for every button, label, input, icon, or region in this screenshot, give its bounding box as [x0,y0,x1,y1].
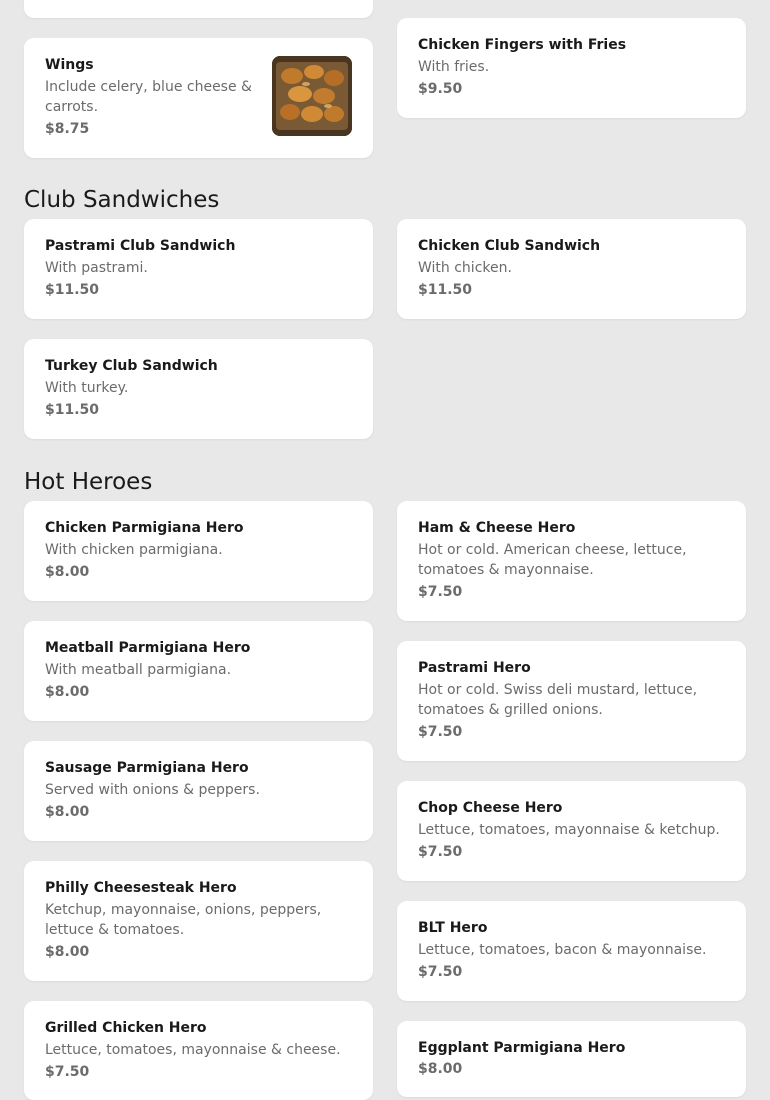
item-name: Eggplant Parmigiana Hero [418,1040,626,1056]
item-name: Pastrami Club Sandwich [45,238,236,254]
item-description: Include celery, blue cheese & carrots. [45,79,252,115]
menu-item-card-blt-hero[interactable]: BLT Hero Lettuce, tomatoes, bacon & mayo… [397,901,746,1001]
item-description: With chicken. [418,260,512,276]
item-price: $8.00 [45,564,90,580]
item-name: Grilled Chicken Hero [45,1020,207,1036]
item-name: Sausage Parmigiana Hero [45,760,249,776]
menu-item-card-chop-cheese-hero[interactable]: Chop Cheese Hero Lettuce, tomatoes, mayo… [397,781,746,881]
menu-item-card-wings[interactable]: Wings Include celery, blue cheese & carr… [24,38,373,158]
item-price: $7.50 [418,964,463,980]
item-price: $7.50 [45,1064,90,1080]
item-name: Chicken Parmigiana Hero [45,520,244,536]
item-name: Chicken Club Sandwich [418,238,601,254]
item-name: Meatball Parmigiana Hero [45,640,251,656]
item-description: Hot or cold. Swiss deli mustard, lettuce… [418,682,698,718]
item-name: BLT Hero [418,920,488,936]
item-price: $7.50 [418,584,463,600]
item-description: With turkey. [45,380,129,396]
item-name: Chicken Fingers with Fries [418,37,627,53]
item-price: $11.50 [45,402,100,418]
item-price: $11.50 [45,282,100,298]
menu-item-card-turkey-club[interactable]: Turkey Club Sandwich With turkey. $11.50 [24,339,373,439]
menu-item-card-sausage-parmigiana-hero[interactable]: Sausage Parmigiana Hero Served with onio… [24,741,373,841]
item-price: $8.00 [418,1061,463,1077]
wings-photo [272,56,352,136]
item-name: Wings [45,57,94,73]
item-name: Chop Cheese Hero [418,800,563,816]
item-description: With pastrami. [45,260,148,276]
item-name: Turkey Club Sandwich [45,358,218,374]
menu-item-card-partial[interactable] [24,0,373,18]
menu-item-card-ham-cheese-hero[interactable]: Ham & Cheese Hero Hot or cold. American … [397,501,746,621]
item-price: $8.00 [45,804,90,820]
item-name: Philly Cheesesteak Hero [45,880,237,896]
item-name: Pastrami Hero [418,660,531,676]
item-price: $7.50 [418,724,463,740]
section-title-club-sandwiches: Club Sandwiches [24,187,220,213]
item-price: $11.50 [418,282,473,298]
item-price: $7.50 [418,844,463,860]
menu-item-card-grilled-chicken-hero[interactable]: Grilled Chicken Hero Lettuce, tomatoes, … [24,1001,373,1100]
item-name: Ham & Cheese Hero [418,520,576,536]
menu-item-card-chicken-parmigiana-hero[interactable]: Chicken Parmigiana Hero With chicken par… [24,501,373,601]
menu-item-card-meatball-parmigiana-hero[interactable]: Meatball Parmigiana Hero With meatball p… [24,621,373,721]
item-description: With meatball parmigiana. [45,662,232,678]
item-description: Lettuce, tomatoes, mayonnaise & ketchup. [418,822,720,838]
item-price: $8.00 [45,684,90,700]
item-description: Ketchup, mayonnaise, onions, peppers, le… [45,902,322,938]
item-price: $9.50 [418,81,463,97]
item-description: Lettuce, tomatoes, bacon & mayonnaise. [418,942,707,958]
section-title-hot-heroes: Hot Heroes [24,469,153,495]
item-description: With fries. [418,59,490,75]
menu-item-card-chicken-fingers[interactable]: Chicken Fingers with Fries With fries. $… [397,18,746,118]
menu-item-card-pastrami-club[interactable]: Pastrami Club Sandwich With pastrami. $1… [24,219,373,319]
item-price: $8.00 [45,944,90,960]
menu-item-card-pastrami-hero[interactable]: Pastrami Hero Hot or cold. Swiss deli mu… [397,641,746,761]
item-description: Hot or cold. American cheese, lettuce, t… [418,542,687,578]
menu-item-card-eggplant-parmigiana-hero[interactable]: Eggplant Parmigiana Hero $8.00 [397,1021,746,1097]
menu-item-card-philly-cheesesteak-hero[interactable]: Philly Cheesesteak Hero Ketchup, mayonna… [24,861,373,981]
item-description: Served with onions & peppers. [45,782,260,798]
item-description: Lettuce, tomatoes, mayonnaise & cheese. [45,1042,341,1058]
item-description: With chicken parmigiana. [45,542,223,558]
menu-item-card-chicken-club[interactable]: Chicken Club Sandwich With chicken. $11.… [397,219,746,319]
